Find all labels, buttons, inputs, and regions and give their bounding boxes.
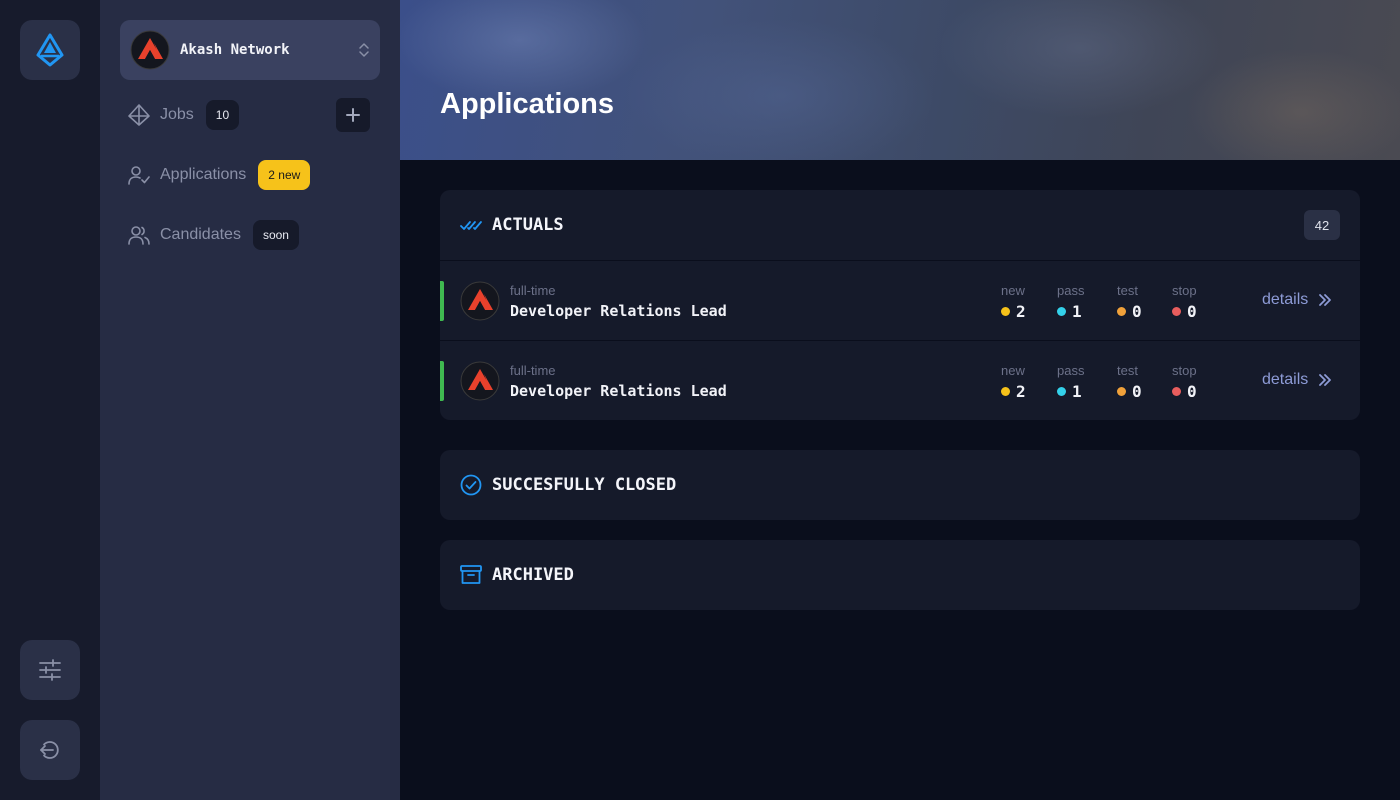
stat-value: 0: [1132, 382, 1142, 401]
candidates-soon-badge: soon: [252, 220, 299, 250]
status-accent-bar: [440, 281, 444, 321]
sidebar-item-label: Jobs: [160, 106, 194, 123]
stat-test: test 0: [1117, 363, 1142, 401]
logout-icon: [40, 741, 59, 759]
status-accent-bar: [440, 361, 444, 401]
stat-value: 2: [1016, 302, 1026, 321]
page-title: Applications: [440, 88, 615, 120]
stat-stop: stop 0: [1172, 363, 1197, 401]
archived-header[interactable]: ARCHIVED: [440, 540, 1360, 610]
job-title: Developer Relations Lead: [510, 382, 727, 400]
pass-dot: [1057, 387, 1066, 396]
job-title: Developer Relations Lead: [510, 302, 727, 320]
akash-logo-icon: [130, 30, 170, 70]
org-name: Akash Network: [180, 42, 290, 58]
stat-value: 1: [1072, 382, 1082, 401]
settings-button[interactable]: [20, 640, 80, 700]
chevrons-right-icon: [1318, 293, 1332, 307]
double-check-icon: [460, 221, 482, 230]
app-logo-button[interactable]: [20, 20, 80, 80]
actuals-header[interactable]: ACTUALS 42: [440, 190, 1360, 260]
akash-logo-icon: [460, 361, 500, 401]
section-title: SUCCESFULLY CLOSED: [492, 475, 677, 495]
sidebar-item-applications[interactable]: Applications 2 new: [128, 159, 311, 191]
plus-icon: [346, 108, 360, 122]
jobs-count-badge: 10: [205, 100, 240, 130]
job-type: full-time: [510, 363, 556, 378]
header-banner: Applications: [400, 0, 1400, 160]
closed-section[interactable]: SUCCESFULLY CLOSED: [440, 450, 1360, 520]
stop-dot: [1172, 307, 1181, 316]
archive-icon: [460, 565, 482, 584]
test-dot: [1117, 387, 1126, 396]
section-title: ARCHIVED: [492, 565, 574, 585]
sliders-icon: [39, 659, 61, 681]
applications-new-badge: 2 new: [258, 160, 311, 190]
closed-header[interactable]: SUCCESFULLY CLOSED: [440, 450, 1360, 520]
logout-button[interactable]: [20, 720, 80, 780]
sidebar: Akash Network Jobs 10 Applications 2 new: [100, 0, 400, 800]
application-row: full-time Developer Relations Lead new 2…: [440, 340, 1360, 420]
new-dot: [1001, 307, 1010, 316]
stop-dot: [1172, 387, 1181, 396]
job-type: full-time: [510, 283, 556, 298]
akash-logo-icon: [460, 281, 500, 321]
stat-value: 0: [1132, 302, 1142, 321]
stat-stop: stop 0: [1172, 283, 1197, 321]
sidebar-item-candidates[interactable]: Candidates soon: [128, 219, 299, 251]
details-label: details: [1262, 291, 1309, 308]
stat-new: new 2: [1001, 363, 1026, 401]
jobs-icon: [128, 104, 150, 126]
check-circle-icon: [460, 474, 482, 496]
icon-rail: [0, 0, 100, 800]
details-link[interactable]: details: [1262, 291, 1332, 309]
sidebar-item-label: Applications: [160, 166, 247, 183]
org-switcher[interactable]: Akash Network: [120, 20, 380, 80]
users-icon: [128, 224, 150, 246]
stat-label: test: [1117, 283, 1138, 298]
test-dot: [1117, 307, 1126, 316]
stat-pass: pass 1: [1057, 363, 1084, 401]
stat-pass: pass 1: [1057, 283, 1084, 321]
app-logo-icon: [36, 33, 64, 67]
chevrons-right-icon: [1318, 373, 1332, 387]
actuals-section: ACTUALS 42 full-time Developer Relations…: [440, 190, 1360, 420]
stat-new: new 2: [1001, 283, 1026, 321]
stat-label: stop: [1172, 363, 1197, 378]
sidebar-item-jobs[interactable]: Jobs 10: [128, 99, 240, 131]
actuals-count-badge: 42: [1304, 210, 1340, 240]
stat-label: new: [1001, 363, 1025, 378]
details-label: details: [1262, 371, 1309, 388]
sidebar-item-label: Candidates: [160, 226, 241, 243]
new-dot: [1001, 387, 1010, 396]
stat-test: test 0: [1117, 283, 1142, 321]
stat-value: 2: [1016, 382, 1026, 401]
chevron-updown-icon: [359, 43, 369, 57]
stat-value: 0: [1187, 302, 1197, 321]
user-check-icon: [128, 164, 150, 186]
stat-label: test: [1117, 363, 1138, 378]
pass-dot: [1057, 307, 1066, 316]
stat-label: pass: [1057, 363, 1085, 378]
add-job-button[interactable]: [336, 98, 370, 132]
stat-value: 1: [1072, 302, 1082, 321]
application-row: full-time Developer Relations Lead new 2…: [440, 260, 1360, 340]
stat-label: new: [1001, 283, 1025, 298]
details-link[interactable]: details: [1262, 371, 1332, 389]
stat-label: pass: [1057, 283, 1085, 298]
archived-section[interactable]: ARCHIVED: [440, 540, 1360, 610]
stat-value: 0: [1187, 382, 1197, 401]
section-title: ACTUALS: [492, 215, 564, 235]
stat-label: stop: [1172, 283, 1197, 298]
